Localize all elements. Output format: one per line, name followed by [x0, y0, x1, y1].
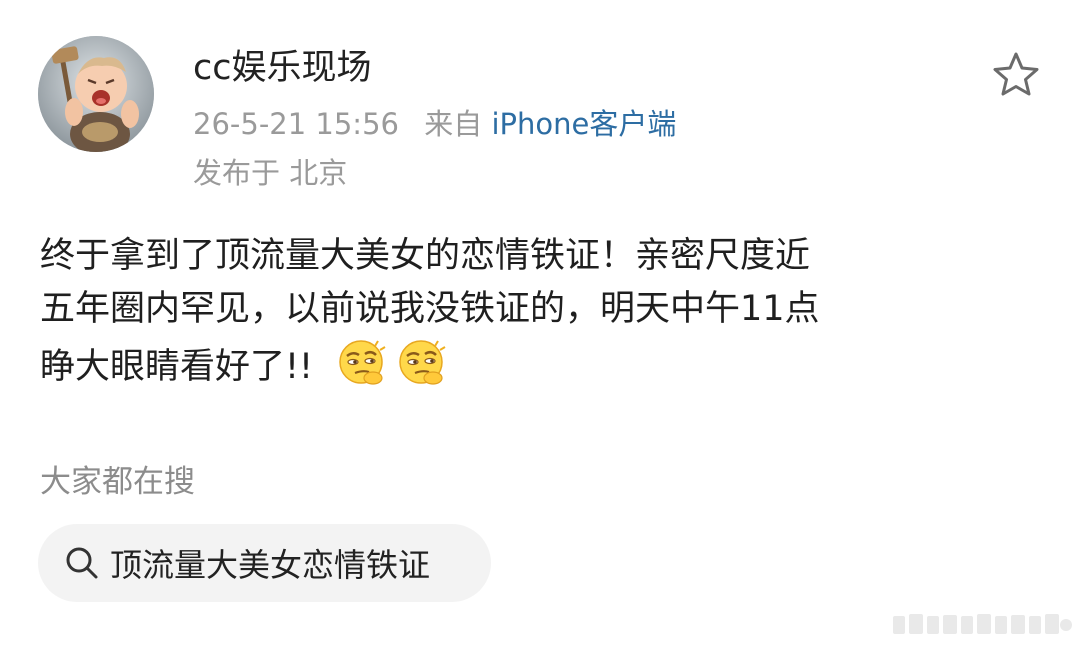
source-device-link[interactable]: iPhone客户端: [491, 107, 676, 141]
post-meta: 26-5-21 15:56 来自 iPhone客户端: [193, 105, 676, 143]
post-content: 终于拿到了顶流量大美女的恋情铁证！亲密尺度近 五年圈内罕见，以前说我没铁证的，明…: [40, 230, 1030, 404]
thinking-smirk-emoji-icon: [395, 336, 447, 404]
search-icon: [66, 547, 98, 579]
trending-search-chip[interactable]: 顶流量大美女恋情铁证: [38, 524, 491, 602]
post-location: 发布于 北京: [193, 156, 348, 190]
trending-label: 大家都在搜: [40, 464, 195, 500]
author-name[interactable]: cc娱乐现场: [193, 46, 372, 90]
post-content-line: 五年圈内罕见，以前说我没铁证的，明天中午11点: [40, 289, 820, 329]
trending-search-query: 顶流量大美女恋情铁证: [110, 546, 431, 584]
thinking-smirk-emoji-icon: [335, 336, 387, 404]
post-timestamp: 26-5-21 15:56: [193, 107, 399, 141]
watermark-logo-icon: [893, 614, 1072, 634]
favorite-button[interactable]: [990, 50, 1042, 98]
source-prefix: 来自: [424, 107, 483, 141]
post-content-last-line: 睁大眼睛看好了!!: [40, 336, 1030, 404]
avatar[interactable]: [38, 36, 154, 152]
post-content-line: 睁大眼睛看好了!!: [40, 347, 314, 387]
post-content-line: 终于拿到了顶流量大美女的恋情铁证！亲密尺度近: [40, 236, 811, 276]
star-icon: [993, 52, 1039, 96]
